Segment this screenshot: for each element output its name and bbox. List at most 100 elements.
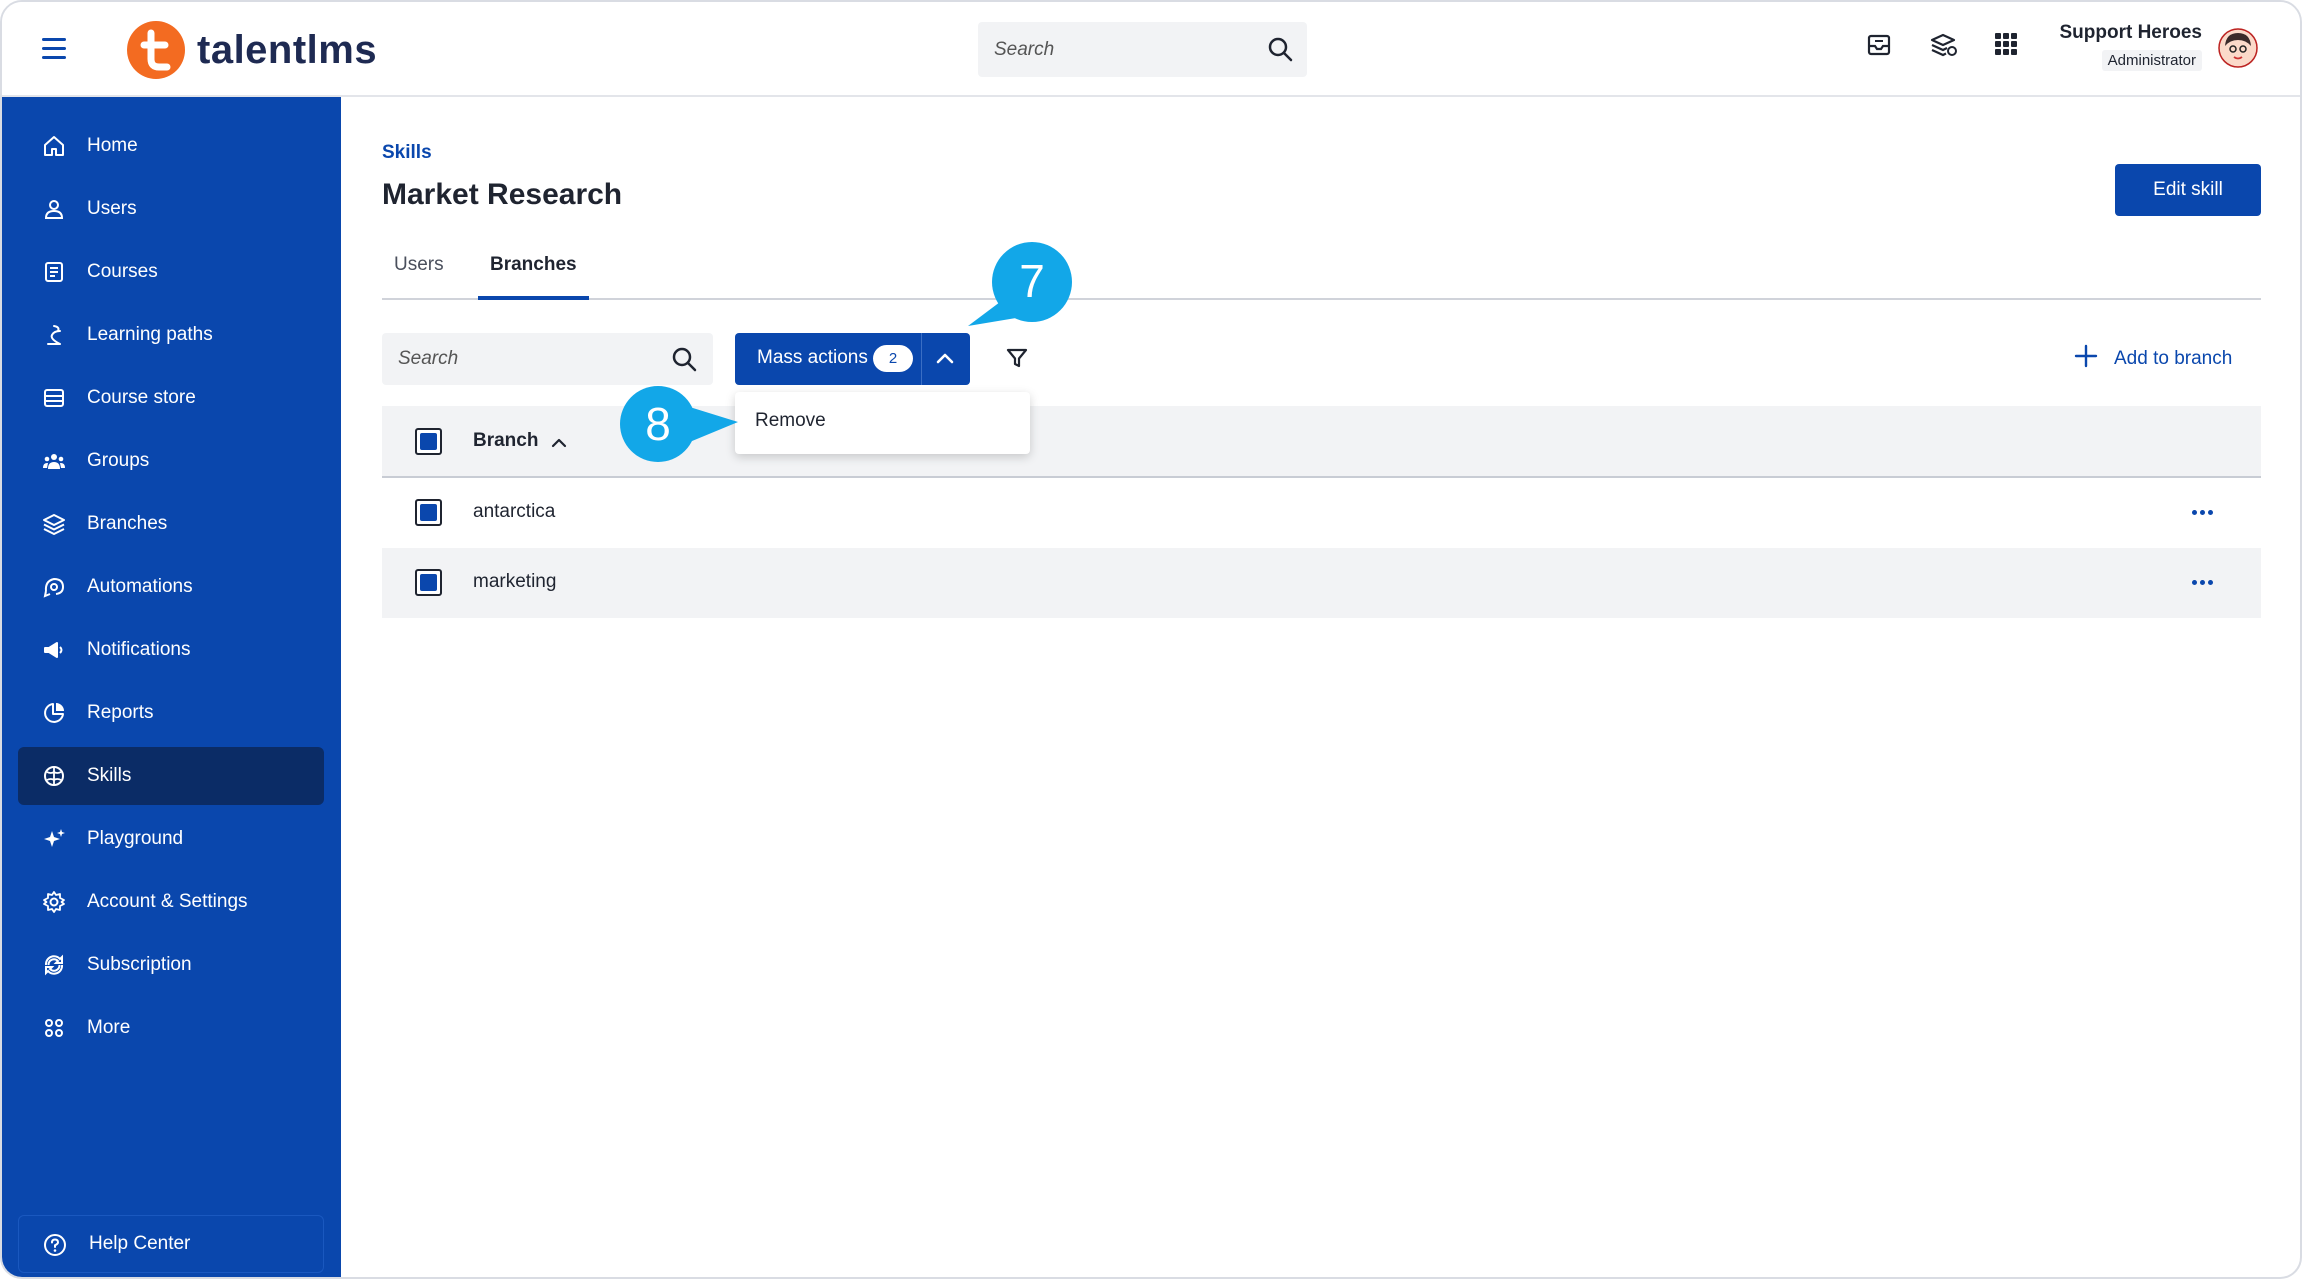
- sidebar-item-notifications[interactable]: Notifications: [18, 621, 324, 679]
- sidebar-item-reports[interactable]: Reports: [18, 684, 324, 742]
- branch-name: antarctica: [473, 501, 556, 522]
- select-all-checkbox[interactable]: [415, 428, 442, 455]
- sort-ascending-icon[interactable]: [550, 436, 568, 455]
- branch-column-header[interactable]: Branch: [473, 430, 538, 452]
- sidebar-item-home[interactable]: Home: [18, 117, 324, 175]
- logo-text: talentlms: [197, 27, 378, 72]
- home-icon: [42, 134, 66, 158]
- sidebar-item-automations[interactable]: Automations: [18, 558, 324, 616]
- sidebar-item-label: Automations: [87, 576, 193, 597]
- search-icon[interactable]: [1267, 36, 1293, 67]
- megaphone-icon: [42, 638, 66, 662]
- add-to-branch-button[interactable]: Add to branch: [2074, 344, 2232, 373]
- path-icon: [42, 323, 66, 347]
- automation-icon: [42, 575, 66, 599]
- breadcrumb[interactable]: Skills: [382, 142, 432, 164]
- brain-icon: [42, 764, 66, 788]
- sidebar-item-skills[interactable]: Skills: [18, 747, 324, 805]
- user-name: Support Heroes: [2059, 22, 2202, 43]
- sidebar-item-more[interactable]: More: [18, 999, 324, 1057]
- gear-icon: [42, 890, 66, 914]
- global-search-input[interactable]: [978, 22, 1238, 77]
- user-menu[interactable]: Support Heroes Administrator: [2032, 22, 2202, 71]
- row-checkbox[interactable]: [415, 499, 442, 526]
- sidebar-item-label: Home: [87, 135, 138, 156]
- user-icon: [42, 197, 66, 221]
- mass-actions-menu: Remove: [735, 392, 1030, 454]
- sidebar-item-subscription[interactable]: Subscription: [18, 936, 324, 994]
- logo-mark-icon: [127, 21, 185, 79]
- tab-bar: Users Branches: [382, 246, 2261, 300]
- mass-actions-label: Mass actions: [757, 347, 868, 368]
- step-callout-7: 7: [966, 242, 1076, 334]
- edit-skill-button[interactable]: Edit skill: [2115, 164, 2261, 216]
- sidebar-item-label: Course store: [87, 387, 196, 408]
- tab-users[interactable]: Users: [382, 254, 456, 300]
- mass-actions-button[interactable]: Mass actions 2: [735, 333, 970, 385]
- table-row[interactable]: antarctica: [382, 478, 2261, 548]
- sidebar-item-label: Skills: [87, 765, 132, 786]
- sidebar-item-label: Users: [87, 198, 137, 219]
- group-icon: [42, 449, 66, 473]
- sidebar-item-label: Learning paths: [87, 324, 213, 345]
- menu-toggle-icon[interactable]: [42, 38, 66, 60]
- search-icon[interactable]: [671, 346, 697, 377]
- pie-chart-icon: [42, 701, 66, 725]
- page-title: Market Research: [382, 178, 623, 211]
- add-to-branch-label: Add to branch: [2114, 347, 2233, 369]
- menu-item-remove[interactable]: Remove: [755, 410, 826, 432]
- row-actions-icon[interactable]: [2192, 502, 2222, 522]
- apps-grid-icon[interactable]: [1994, 32, 2018, 61]
- logo[interactable]: talentlms: [127, 20, 377, 80]
- sparkle-icon: [42, 827, 66, 851]
- sidebar: Help Center Home Users Courses Learning pat…: [2, 97, 341, 1277]
- store-icon: [42, 386, 66, 410]
- avatar[interactable]: [2218, 28, 2258, 68]
- branch-name: marketing: [473, 571, 557, 592]
- sidebar-item-label: Notifications: [87, 639, 191, 660]
- sidebar-item-label: Subscription: [87, 954, 192, 975]
- sidebar-item-label: Reports: [87, 702, 154, 723]
- global-search: [978, 22, 1307, 77]
- sidebar-item-label: Branches: [87, 513, 168, 534]
- row-actions-icon[interactable]: [2192, 572, 2222, 592]
- selected-count-badge: 2: [873, 345, 913, 372]
- inbox-icon[interactable]: [1866, 32, 1892, 63]
- layers-settings-icon[interactable]: [1930, 32, 1958, 63]
- sidebar-item-learning-paths[interactable]: Learning paths: [18, 306, 324, 364]
- chevron-up-icon[interactable]: [933, 347, 957, 376]
- step-number: 7: [1019, 255, 1045, 307]
- sidebar-item-courses[interactable]: Courses: [18, 243, 324, 301]
- button-divider: [921, 333, 922, 385]
- row-checkbox[interactable]: [415, 569, 442, 596]
- branch-search: [382, 333, 713, 385]
- step-number: 8: [645, 398, 671, 450]
- sidebar-item-label: Courses: [87, 261, 158, 282]
- help-center-label: Help Center: [89, 1233, 191, 1254]
- book-icon: [42, 260, 66, 284]
- sidebar-item-groups[interactable]: Groups: [18, 432, 324, 490]
- user-role-badge: Administrator: [2101, 50, 2202, 71]
- sidebar-item-course-store[interactable]: Course store: [18, 369, 324, 427]
- table-row[interactable]: marketing: [382, 548, 2261, 618]
- sidebar-item-account-and-settings[interactable]: Account & Settings: [18, 873, 324, 931]
- filter-icon[interactable]: [1005, 346, 1029, 375]
- top-bar: talentlms Support Heroes Administrator: [2, 2, 2300, 97]
- sidebar-item-branches[interactable]: Branches: [18, 495, 324, 553]
- more-grid-icon: [42, 1016, 66, 1040]
- subscription-icon: [42, 953, 66, 977]
- sidebar-item-label: Account & Settings: [87, 891, 248, 912]
- tab-branches[interactable]: Branches: [478, 254, 589, 300]
- app-window: talentlms Support Heroes Administrator: [0, 0, 2302, 1279]
- layers-icon: [42, 512, 66, 536]
- sidebar-item-label: Playground: [87, 828, 184, 849]
- plus-icon: [2074, 344, 2098, 373]
- help-circle-icon: [43, 1233, 67, 1262]
- sidebar-item-playground[interactable]: Playground: [18, 810, 324, 868]
- sidebar-item-label: Groups: [87, 450, 150, 471]
- help-center-link[interactable]: Help Center: [18, 1215, 324, 1273]
- branch-search-input[interactable]: [382, 333, 652, 385]
- step-callout-8: 8: [618, 384, 740, 466]
- sidebar-item-label: More: [87, 1017, 131, 1038]
- sidebar-item-users[interactable]: Users: [18, 180, 324, 238]
